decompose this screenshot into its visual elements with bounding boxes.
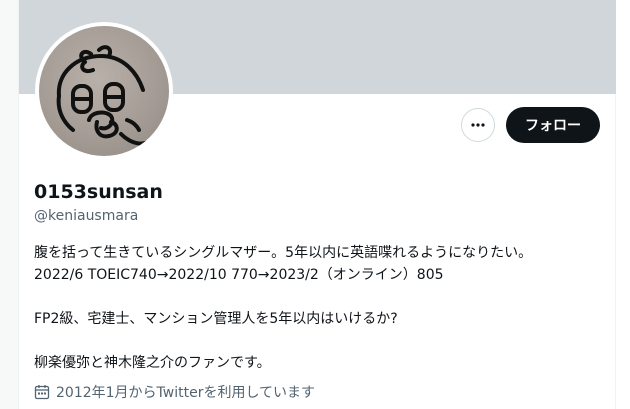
more-button[interactable] bbox=[461, 108, 495, 142]
chick-drawing-icon bbox=[56, 45, 151, 146]
joined-date: 2012年1月からTwitterを利用しています bbox=[34, 382, 315, 402]
avatar[interactable] bbox=[35, 22, 173, 160]
handle: @keniausmara bbox=[34, 208, 139, 224]
bio-spacer bbox=[34, 286, 614, 308]
avatar-image bbox=[39, 26, 169, 156]
bio-line: 柳楽優弥と神木隆之介のファンです。 bbox=[34, 355, 271, 371]
more-horizontal-icon bbox=[471, 123, 485, 127]
bio-line: 2022/6 TOEIC740→2022/10 770→2023/2（オンライン… bbox=[34, 267, 444, 283]
display-name: 0153sunsan bbox=[34, 181, 163, 203]
left-gutter bbox=[0, 0, 19, 409]
calendar-icon bbox=[34, 385, 50, 400]
profile-page: フォロー 0153sunsan @keniausmara 腹を括って生きているシ… bbox=[0, 0, 630, 409]
bio: 腹を括って生きているシングルマザー。5年以内に英語喋れるようになりたい。 202… bbox=[34, 242, 614, 374]
bio-line: 腹を括って生きているシングルマザー。5年以内に英語喋れるようになりたい。 bbox=[34, 245, 533, 261]
follow-button[interactable]: フォロー bbox=[506, 107, 600, 143]
joined-text: 2012年1月からTwitterを利用しています bbox=[56, 385, 316, 401]
right-gutter bbox=[615, 0, 630, 409]
bio-line: FP2級、宅建士、マンション管理人を5年以内はいけるか? bbox=[34, 311, 398, 327]
bio-spacer bbox=[34, 330, 614, 352]
